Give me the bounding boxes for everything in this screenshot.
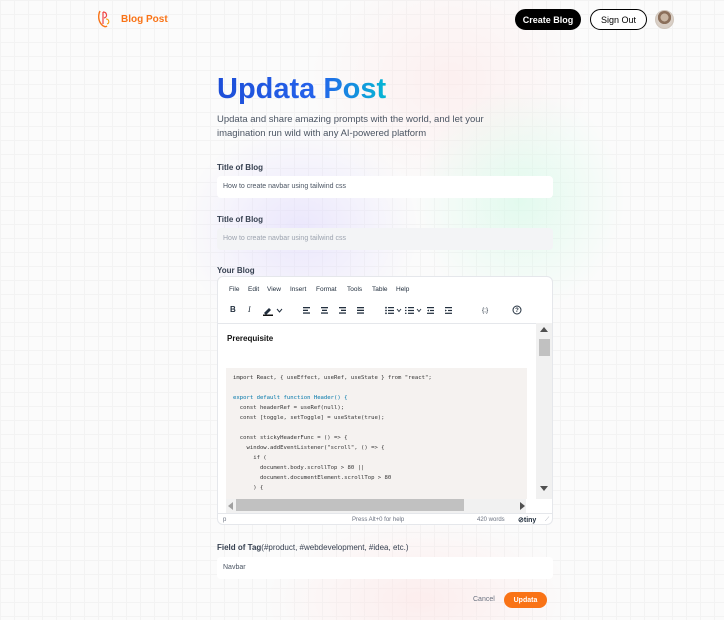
title2-input[interactable]: How to create navbar using tailwind css xyxy=(217,228,553,250)
highlight-color-icon[interactable] xyxy=(262,306,284,316)
scroll-right-icon[interactable] xyxy=(520,502,525,510)
title2-label: Title of Blog xyxy=(217,215,264,224)
code-line: document.body.scrollTop > 80 || xyxy=(233,465,365,471)
code-block: import React, { useEffect, useRef, useSt… xyxy=(226,368,527,499)
code-line: const stickyHeaderFunc = () => { xyxy=(233,435,348,441)
vertical-scrollbar[interactable] xyxy=(536,323,552,499)
avatar[interactable] xyxy=(655,10,674,29)
sign-out-button[interactable]: Sign Out xyxy=(590,9,647,30)
editor-menubar: File Edit View Insert Format Tools Table… xyxy=(218,277,552,301)
vertical-scroll-thumb[interactable] xyxy=(539,339,550,356)
help-icon[interactable]: ? xyxy=(512,305,522,315)
code-line: const [toggle, setToggle] = useState(tru… xyxy=(233,415,385,421)
scroll-up-icon[interactable] xyxy=(540,327,548,332)
help-hint: Press Alt+0 for help xyxy=(352,517,405,523)
bold-icon[interactable]: B xyxy=(230,305,236,314)
logo-icon[interactable] xyxy=(96,9,114,29)
menu-format[interactable]: Format xyxy=(316,286,337,293)
page-title: Updata Post xyxy=(217,73,387,105)
menu-view[interactable]: View xyxy=(267,286,281,293)
rich-text-editor[interactable]: File Edit View Insert Format Tools Table… xyxy=(217,276,553,525)
menu-table[interactable]: Table xyxy=(372,286,388,293)
update-button[interactable]: Updata xyxy=(504,592,547,608)
blog-label: Your Blog xyxy=(217,266,255,275)
tiny-logo-icon[interactable]: ⊘tiny xyxy=(518,516,536,524)
code-line: document.documentElement.scrollTop > 80 xyxy=(233,475,392,481)
title-input[interactable]: How to create navbar using tailwind css xyxy=(217,176,553,198)
tag-hint: (#product, #webdevelopment, #idea, etc.) xyxy=(261,543,409,552)
code-line: export default function Header() { xyxy=(233,395,348,401)
word-count[interactable]: 420 words xyxy=(477,517,505,523)
align-icons[interactable] xyxy=(302,306,372,316)
code-line: import React, { useEffect, useRef, useSt… xyxy=(233,375,432,381)
page-description: Updata and share amazing prompts with th… xyxy=(217,114,484,139)
page: Blog Post Create Blog Sign Out Updata Po… xyxy=(0,0,724,620)
cancel-button[interactable]: Cancel xyxy=(473,596,495,603)
element-path[interactable]: p xyxy=(223,517,226,523)
scroll-left-icon[interactable] xyxy=(228,502,233,510)
tiny-brand: tiny xyxy=(523,517,537,524)
code-line: window.addEventListener("scroll", () => … xyxy=(233,445,385,451)
editor-heading: Prerequisite xyxy=(227,334,274,343)
editor-content[interactable]: Prerequisite import React, { useEffect, … xyxy=(218,323,536,499)
menu-edit[interactable]: Edit xyxy=(248,286,259,293)
tag-label-text: Field of Tag xyxy=(217,543,262,552)
editor-statusbar: p Press Alt+0 for help 420 words ⊘tiny ⟋ xyxy=(218,513,552,524)
svg-text:?: ? xyxy=(515,308,519,314)
scroll-down-icon[interactable] xyxy=(540,486,548,491)
code-line: ) { xyxy=(233,485,264,491)
horizontal-scroll-thumb[interactable] xyxy=(236,499,464,511)
tag-input[interactable]: Navbar xyxy=(217,557,553,579)
code-line: if ( xyxy=(233,455,267,461)
code-line: const headerRef = useRef(null); xyxy=(233,405,345,411)
resize-handle-icon[interactable]: ⟋ xyxy=(545,517,549,524)
code-sample-icon[interactable]: {;} xyxy=(482,307,488,314)
brand-name[interactable]: Blog Post xyxy=(121,14,168,25)
menu-file[interactable]: File xyxy=(229,286,239,293)
list-indent-icons[interactable] xyxy=(384,306,466,316)
menu-insert[interactable]: Insert xyxy=(290,286,306,293)
create-blog-button[interactable]: Create Blog xyxy=(515,9,581,30)
menu-help[interactable]: Help xyxy=(396,286,409,293)
tag-label: Field of Tag(#product, #webdevelopment, … xyxy=(217,543,409,552)
menu-tools[interactable]: Tools xyxy=(347,286,362,293)
title-label: Title of Blog xyxy=(217,163,264,172)
italic-icon[interactable]: I xyxy=(248,305,251,314)
horizontal-scrollbar[interactable] xyxy=(226,499,526,513)
